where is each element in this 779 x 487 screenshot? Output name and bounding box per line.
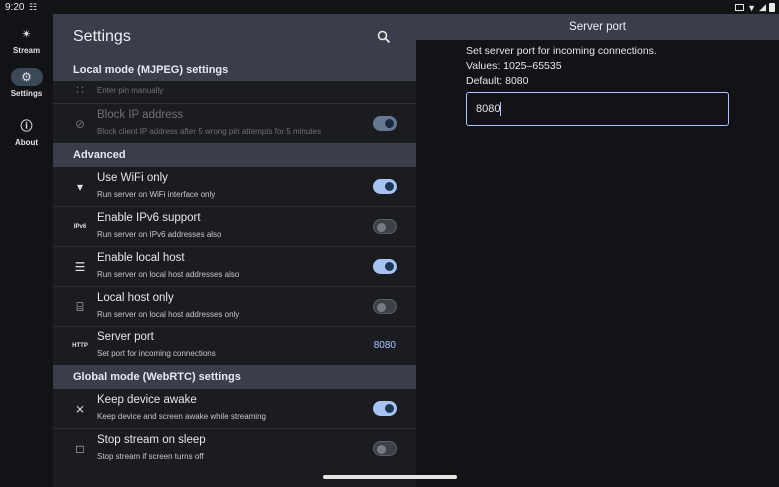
setting-row-local-host[interactable]: ☰ Enable local host Run server on local … — [53, 247, 416, 287]
section-header-global: Global mode (WebRTC) settings — [53, 365, 416, 389]
setting-row-ipv6[interactable]: IPv6 Enable IPv6 support Run server on I… — [53, 207, 416, 247]
notification-icon — [735, 4, 745, 11]
local-host-toggle[interactable] — [373, 259, 397, 274]
toggle-knob — [377, 445, 386, 454]
setting-subtitle: Run server on IPv6 addresses also — [97, 230, 222, 239]
setting-title: Enable IPv6 support — [97, 212, 201, 224]
status-bar: 9:20 ☷ ▼ ◢ — [0, 0, 779, 14]
wifi-icon: ▼ — [747, 2, 757, 13]
toggle-knob — [377, 223, 386, 232]
setting-row-block-ip[interactable]: ⊘ Block IP address Block client IP addre… — [53, 104, 416, 144]
setting-subtitle: Keep device and screen awake while strea… — [97, 412, 266, 421]
network-icon: ☷ — [29, 2, 38, 12]
dialog-values: Values: 1025–65535 — [466, 60, 562, 72]
stream-icon: ✴ — [21, 27, 32, 41]
toggle-knob — [377, 303, 386, 312]
server-port-dialog: Server port Set server port for incoming… — [416, 14, 779, 487]
setting-row-server-port[interactable]: HTTP Server port Set port for incoming c… — [53, 326, 416, 366]
section-header-advanced: Advanced — [53, 143, 416, 167]
server-port-input[interactable] — [466, 92, 729, 126]
battery-icon — [769, 3, 775, 12]
setting-row-wifi-only[interactable]: ▾ Use WiFi only Run server on WiFi inter… — [53, 167, 416, 207]
stop-on-sleep-toggle[interactable] — [373, 441, 397, 456]
nav-item-label: About — [14, 138, 39, 147]
toggle-knob — [385, 404, 394, 413]
setting-row-keep-awake[interactable]: ⨯ Keep device awake Keep device and scre… — [53, 389, 416, 429]
nav-item-about[interactable]: ⓘ About — [0, 117, 53, 147]
server-port-value: 8080 — [373, 340, 396, 351]
keep-awake-toggle[interactable] — [373, 401, 397, 416]
wifi-icon: ▾ — [76, 180, 84, 194]
nav-item-settings[interactable]: ⚙ Settings — [0, 68, 53, 98]
setting-title: Use WiFi only — [97, 172, 168, 184]
status-time: 9:20 — [5, 2, 25, 13]
settings-panel: ∷ Enter pin manually ⊘ Block IP address … — [53, 14, 416, 487]
toggle-knob — [385, 119, 394, 128]
setting-title: Stop stream on sleep — [97, 434, 206, 446]
setting-subtitle: Set port for incoming connections — [97, 349, 216, 358]
setting-title: Server port — [97, 331, 154, 343]
signal-icon: ◢ — [759, 2, 766, 12]
setting-subtitle: Block client IP address after 5 wrong pi… — [97, 127, 321, 136]
section-header-local: Local mode (MJPEG) settings — [53, 59, 416, 81]
toggle-knob — [385, 182, 394, 191]
dialog-description: Set server port for incoming connections… — [466, 45, 657, 57]
local-host-icon: ☰ — [74, 260, 86, 274]
awake-icon: ⨯ — [74, 402, 86, 416]
ipv6-icon: IPv6 — [73, 224, 87, 230]
setting-row-local-host-only[interactable]: ⌸ Local host only Run server on local ho… — [53, 287, 416, 327]
navigation-rail: ✴ Stream ⚙ Settings ⓘ About — [0, 14, 53, 487]
toggle-knob — [385, 262, 394, 271]
setting-subtitle: Run server on WiFi interface only — [97, 190, 216, 199]
dialog-title: Server port — [416, 14, 779, 40]
setting-subtitle: Run server on local host addresses only — [97, 310, 240, 319]
setting-title: Local host only — [97, 292, 174, 304]
ipv6-toggle[interactable] — [373, 219, 397, 234]
nav-item-label: Settings — [10, 89, 43, 98]
nav-item-stream[interactable]: ✴ Stream — [0, 25, 53, 55]
setting-row-stop-on-sleep[interactable]: □ Stop stream on sleep Stop stream if sc… — [53, 429, 416, 469]
page-title: Settings — [73, 28, 131, 45]
setting-subtitle: Stop stream if screen turns off — [97, 452, 204, 461]
wifi-only-toggle[interactable] — [373, 179, 397, 194]
block-ip-toggle[interactable] — [373, 116, 397, 131]
setting-title: Enable local host — [97, 252, 185, 264]
text-cursor — [500, 102, 501, 116]
local-host-only-toggle[interactable] — [373, 299, 397, 314]
gesture-handle[interactable] — [323, 475, 457, 479]
block-icon: ⊘ — [74, 117, 86, 131]
info-icon: ⓘ — [20, 119, 33, 133]
stop-icon: □ — [76, 442, 84, 456]
dialog-default: Default: 8080 — [466, 75, 529, 87]
http-icon: HTTP — [72, 343, 88, 349]
setting-title: Block IP address — [97, 109, 184, 121]
setting-subtitle: Enter pin manually — [97, 86, 164, 95]
dialpad-icon: ∷ — [76, 83, 84, 97]
local-host-only-icon: ⌸ — [76, 300, 84, 314]
search-icon[interactable] — [377, 30, 391, 44]
nav-item-label: Stream — [12, 46, 41, 55]
gear-icon: ⚙ — [10, 68, 43, 86]
setting-title: Keep device awake — [97, 394, 197, 406]
status-icons: ▼ ◢ — [735, 2, 775, 13]
setting-subtitle: Run server on local host addresses also — [97, 270, 240, 279]
